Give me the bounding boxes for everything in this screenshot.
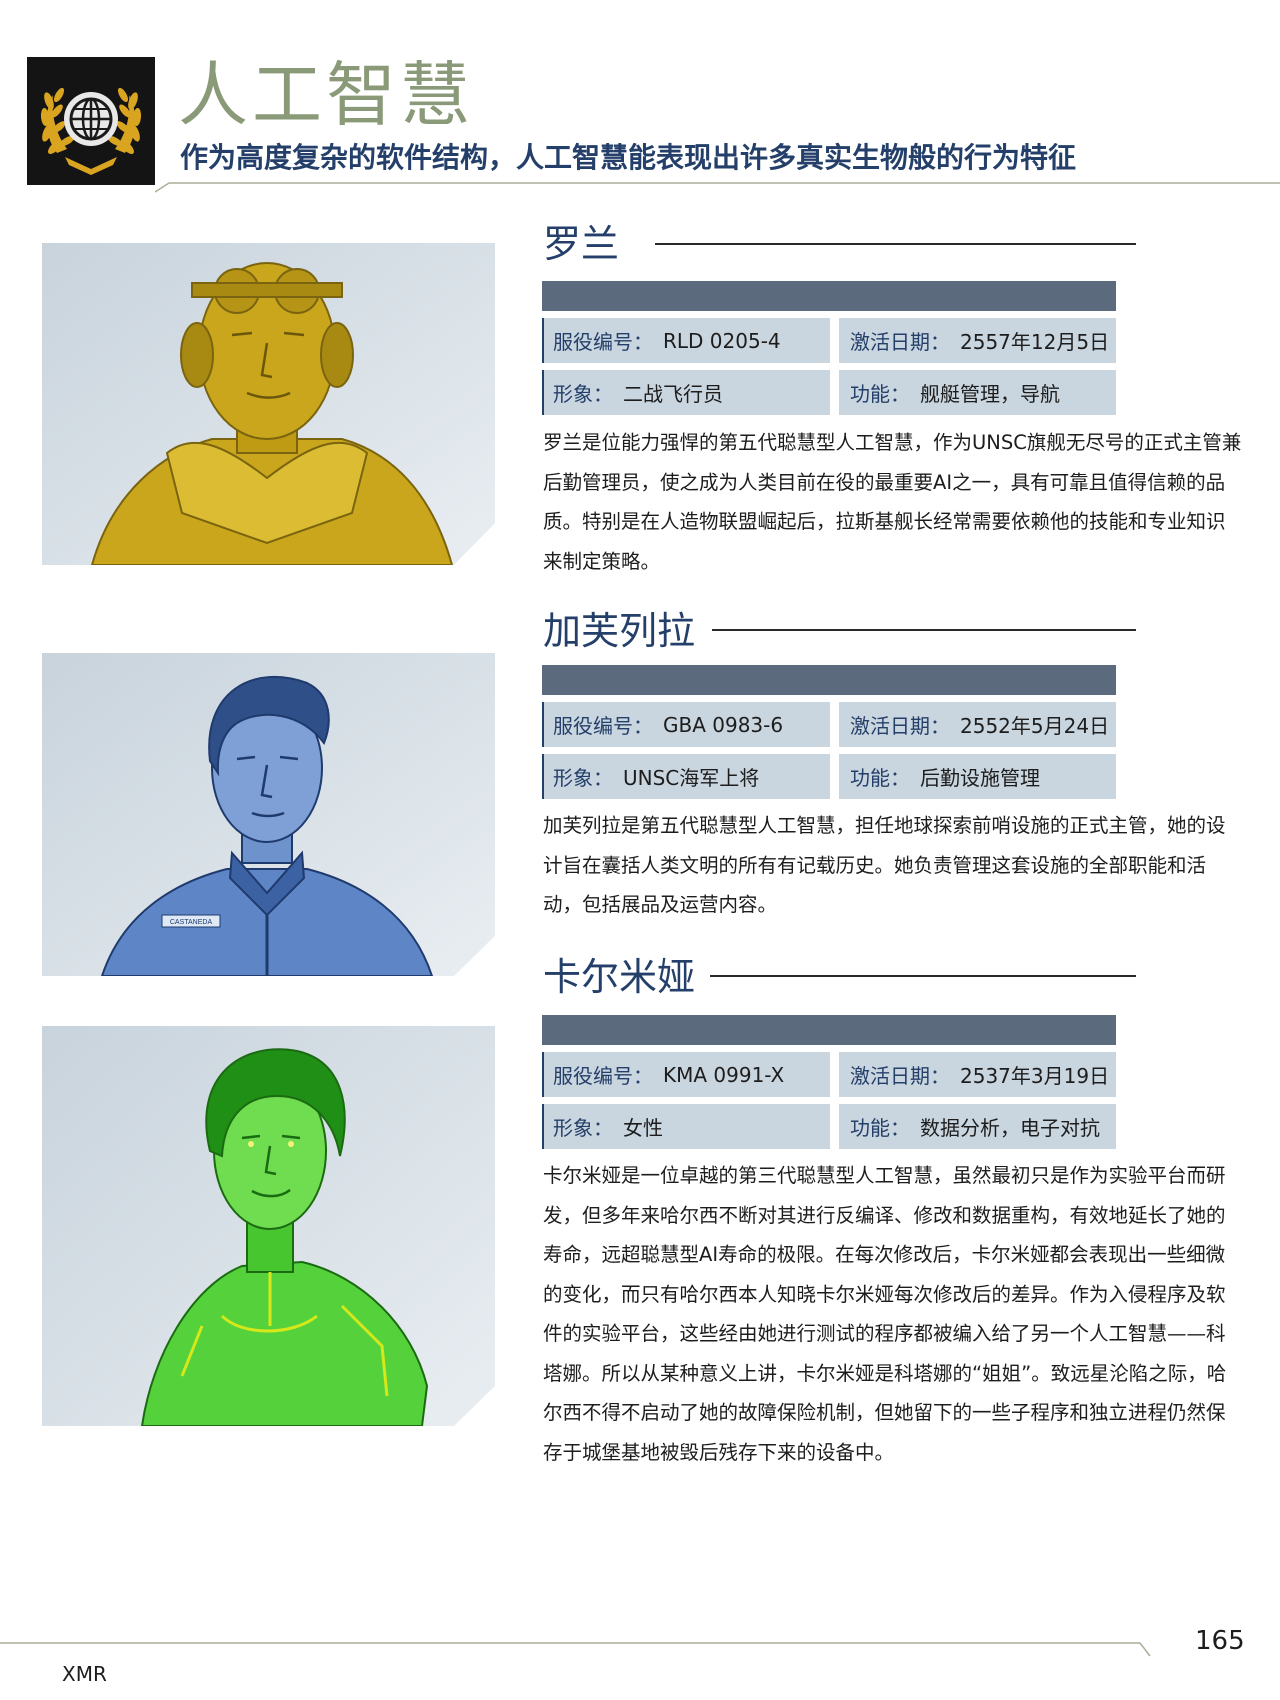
globe-laurel-icon bbox=[27, 57, 155, 185]
function-label: 功能： bbox=[850, 1116, 910, 1140]
appearance-value: 女性 bbox=[623, 1116, 663, 1140]
function-label: 功能： bbox=[850, 766, 910, 790]
activation-date-cell: 激活日期： 2537年3月19日 bbox=[839, 1052, 1116, 1097]
footer-divider bbox=[0, 1642, 1151, 1657]
info-table: 服役编号： GBA 0983-6 激活日期： 2552年5月24日 形象： UN… bbox=[542, 665, 1116, 799]
appearance-cell: 形象： 二战飞行员 bbox=[542, 370, 830, 415]
page-number: 165 bbox=[1195, 1626, 1245, 1656]
function-value: 舰艇管理，导航 bbox=[920, 382, 1060, 406]
info-row: 服役编号： RLD 0205-4 激活日期： 2557年12月5日 bbox=[542, 318, 1116, 363]
ai-name: 卡尔米娅 bbox=[543, 955, 696, 999]
service-id-cell: 服役编号： GBA 0983-6 bbox=[542, 702, 830, 747]
appearance-label: 形象： bbox=[553, 1116, 613, 1140]
footer-code: XMR bbox=[62, 1662, 107, 1686]
name-divider bbox=[655, 243, 1136, 245]
appearance-value: 二战飞行员 bbox=[623, 382, 723, 406]
info-table-header bbox=[542, 281, 1116, 311]
name-divider bbox=[712, 629, 1136, 631]
emblem bbox=[27, 57, 155, 185]
activation-date-value: 2552年5月24日 bbox=[960, 714, 1110, 738]
ai-description: 加芙列拉是第五代聪慧型人工智慧，担任地球探索前哨设施的正式主管，她的设计旨在囊括… bbox=[543, 814, 1226, 916]
info-row: 形象： 女性 功能： 数据分析，电子对抗 bbox=[542, 1104, 1116, 1149]
appearance-value: UNSC海军上将 bbox=[623, 766, 760, 790]
appearance-label: 形象： bbox=[553, 382, 613, 406]
activation-date-label: 激活日期： bbox=[850, 1064, 950, 1088]
appearance-cell: 形象： UNSC海军上将 bbox=[542, 754, 830, 799]
service-id-cell: 服役编号： KMA 0991-X bbox=[542, 1052, 830, 1097]
ai-name: 加芙列拉 bbox=[543, 609, 696, 653]
service-id-value: KMA 0991-X bbox=[663, 1062, 785, 1087]
function-label: 功能： bbox=[850, 382, 910, 406]
portrait-gabriela: CASTANEDA bbox=[42, 653, 495, 976]
activation-date-label: 激活日期： bbox=[850, 330, 950, 354]
appearance-cell: 形象： 女性 bbox=[542, 1104, 830, 1149]
activation-date-cell: 激活日期： 2552年5月24日 bbox=[839, 702, 1116, 747]
activation-date-label: 激活日期： bbox=[850, 714, 950, 738]
ai-name: 罗兰 bbox=[543, 222, 620, 266]
appearance-label: 形象： bbox=[553, 766, 613, 790]
info-row: 形象： UNSC海军上将 功能： 后勤设施管理 bbox=[542, 754, 1116, 799]
info-row: 服役编号： GBA 0983-6 激活日期： 2552年5月24日 bbox=[542, 702, 1116, 747]
page-title: 人工智慧 bbox=[178, 54, 474, 136]
ai-description: 罗兰是位能力强悍的第五代聪慧型人工智慧，作为UNSC旗舰无尽号的正式主管兼后勤管… bbox=[543, 431, 1242, 573]
header-divider bbox=[155, 182, 1280, 193]
name-divider bbox=[710, 975, 1136, 977]
portrait-roland bbox=[42, 243, 495, 565]
service-id-label: 服役编号： bbox=[553, 1064, 653, 1088]
info-table-header bbox=[542, 1015, 1116, 1045]
function-cell: 功能： 数据分析，电子对抗 bbox=[839, 1104, 1116, 1149]
activation-date-value: 2537年3月19日 bbox=[960, 1064, 1110, 1088]
service-id-cell: 服役编号： RLD 0205-4 bbox=[542, 318, 830, 363]
activation-date-cell: 激活日期： 2557年12月5日 bbox=[839, 318, 1116, 363]
function-value: 后勤设施管理 bbox=[920, 766, 1040, 790]
function-cell: 功能： 后勤设施管理 bbox=[839, 754, 1116, 799]
info-table: 服役编号： RLD 0205-4 激活日期： 2557年12月5日 形象： 二战… bbox=[542, 281, 1116, 415]
info-row: 形象： 二战飞行员 功能： 舰艇管理，导航 bbox=[542, 370, 1116, 415]
activation-date-value: 2557年12月5日 bbox=[960, 330, 1110, 354]
ai-description: 卡尔米娅是一位卓越的第三代聪慧型人工智慧，虽然最初只是作为实验平台而研发，但多年… bbox=[543, 1164, 1227, 1464]
page-subtitle: 作为高度复杂的软件结构，人工智慧能表现出许多真实生物般的行为特征 bbox=[180, 141, 1077, 174]
service-id-value: GBA 0983-6 bbox=[663, 712, 784, 737]
service-id-label: 服役编号： bbox=[553, 330, 653, 354]
uniform-name-tag: CASTANEDA bbox=[170, 919, 213, 926]
portrait-karmiya bbox=[42, 1026, 495, 1426]
service-id-value: RLD 0205-4 bbox=[663, 328, 781, 353]
service-id-label: 服役编号： bbox=[553, 714, 653, 738]
info-table: 服役编号： KMA 0991-X 激活日期： 2537年3月19日 形象： 女性… bbox=[542, 1015, 1116, 1149]
info-table-header bbox=[542, 665, 1116, 695]
function-cell: 功能： 舰艇管理，导航 bbox=[839, 370, 1116, 415]
info-row: 服役编号： KMA 0991-X 激活日期： 2537年3月19日 bbox=[542, 1052, 1116, 1097]
function-value: 数据分析，电子对抗 bbox=[920, 1116, 1100, 1140]
